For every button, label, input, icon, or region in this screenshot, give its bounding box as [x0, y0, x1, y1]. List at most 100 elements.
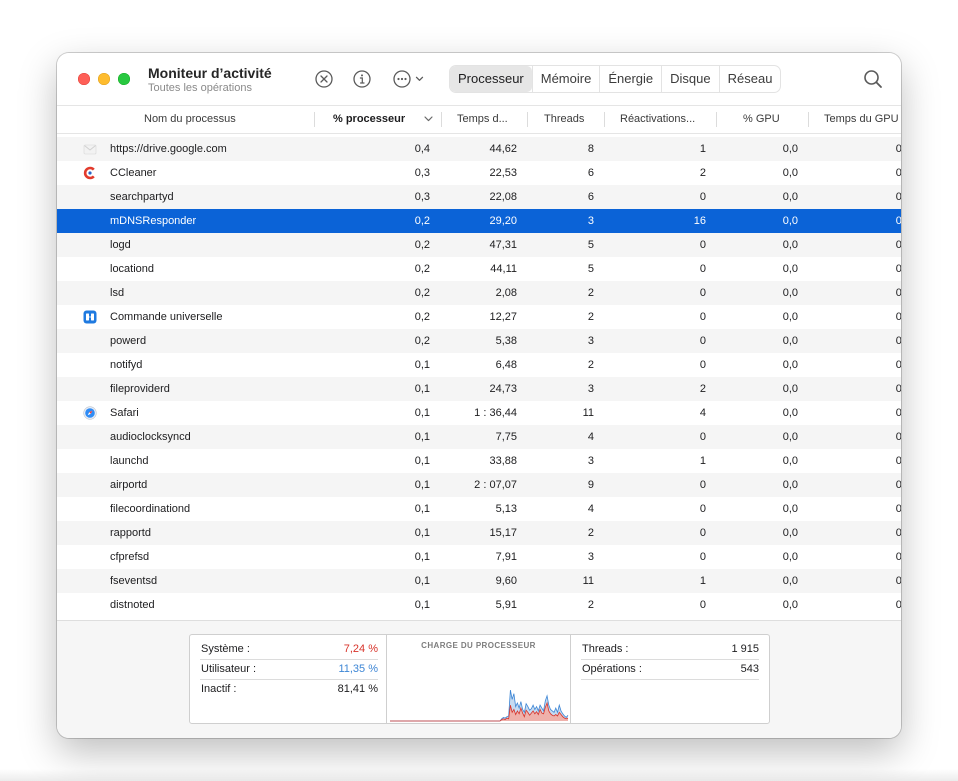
column-header-cpu-time[interactable]: Temps d... — [441, 106, 527, 133]
search-button[interactable] — [862, 68, 884, 90]
process-name: CCleaner — [110, 167, 157, 179]
table-row[interactable]: filecoordinationd 0,1 5,13 4 0 0,0 0,0 — [57, 497, 901, 521]
wakeups-count: 2 — [699, 383, 706, 395]
wakeups-count: 0 — [699, 359, 706, 371]
process-name: mDNSResponder — [110, 215, 197, 227]
thread-count: 6 — [587, 167, 594, 179]
gpu-time: 0,0 — [895, 167, 901, 179]
cpu-time: 15,17 — [489, 527, 517, 539]
process-name: Commande universelle — [110, 311, 223, 323]
tab-reseau[interactable]: Réseau — [718, 66, 781, 92]
tab-memoire[interactable]: Mémoire — [531, 66, 600, 92]
table-row[interactable]: searchpartyd 0,3 22,08 6 0 0,0 0,0 — [57, 185, 901, 209]
table-row[interactable]: logd 0,2 47,31 5 0 0,0 0,0 — [57, 233, 901, 257]
cpu-percent: 0,1 — [414, 503, 430, 515]
table-row[interactable]: Commande universelle 0,2 12,27 2 0 0,0 0,0 — [57, 305, 901, 329]
table-row[interactable]: mDNSResponder 0,2 29,20 3 16 0,0 0,0 — [57, 209, 901, 233]
process-name: locationd — [110, 263, 155, 275]
process-name: rapportd — [110, 527, 151, 539]
thread-count: 5 — [587, 239, 594, 251]
table-row[interactable]: lsd 0,2 2,08 2 0 0,0 0,0 — [57, 281, 901, 305]
cpu-percent: 0,1 — [414, 407, 430, 419]
table-row[interactable]: cfprefsd 0,1 7,91 3 0 0,0 0,0 — [57, 545, 901, 569]
column-header-threads[interactable]: Threads — [527, 106, 604, 133]
table-row[interactable]: rapportd 0,1 15,17 2 0 0,0 0,0 — [57, 521, 901, 545]
table-row[interactable]: fseventsd0,19,601110,00,0 — [57, 569, 901, 593]
activity-monitor-window: Moniteur d’activité Toutes les opération… — [57, 53, 901, 738]
cpu-percent: 0,1 — [414, 359, 430, 371]
universal-control-icon — [83, 310, 97, 324]
thread-count: 4 — [587, 431, 594, 443]
tab-energie[interactable]: Énergie — [599, 66, 661, 92]
gpu-percent: 0,0 — [782, 359, 798, 371]
thread-count: 2 — [587, 359, 594, 371]
gpu-percent: 0,0 — [782, 479, 798, 491]
cpu-time: 44,11 — [490, 263, 517, 275]
minimize-window-button[interactable] — [98, 73, 110, 85]
table-row[interactable]: Safari 0,1 1 : 36,44 11 4 0,0 0,0 — [57, 401, 901, 425]
toolbar: Moniteur d’activité Toutes les opération… — [57, 53, 901, 105]
process-name: filecoordinationd — [110, 503, 191, 515]
table-row[interactable]: airportd 0,1 2 : 07,07 9 0 0,0 0,0 — [57, 473, 901, 497]
process-count-column: Threads : 1 915 Opérations : 543 — [571, 635, 769, 723]
table-row[interactable]: notifyd 0,1 6,48 2 0 0,0 0,0 — [57, 353, 901, 377]
more-options-button[interactable] — [391, 68, 429, 90]
gpu-percent: 0,0 — [782, 191, 798, 203]
thread-count: 2 — [587, 527, 594, 539]
cpu-time: 5,91 — [495, 599, 517, 611]
table-row[interactable]: fileproviderd 0,1 24,73 3 2 0,0 0,0 — [57, 377, 901, 401]
gpu-time: 0,0 — [895, 551, 901, 563]
gpu-time: 0,0 — [895, 215, 901, 227]
stop-process-button[interactable] — [313, 68, 335, 90]
info-button[interactable] — [351, 68, 373, 90]
cpu-time: 7,75 — [495, 431, 517, 443]
column-header-cpu[interactable]: % processeur — [314, 106, 440, 133]
tab-processeur[interactable]: Processeur — [450, 66, 532, 92]
table-row[interactable]: launchd 0,1 33,88 3 1 0,0 0,0 — [57, 449, 901, 473]
gpu-percent: 0,0 — [782, 335, 798, 347]
gpu-percent: 0,0 — [782, 407, 798, 419]
cpu-time: 2,08 — [495, 287, 517, 299]
gpu-percent: 0,0 — [782, 431, 798, 443]
gpu-time: 0,0 — [895, 263, 901, 275]
column-header-gpu[interactable]: % GPU — [716, 106, 808, 133]
process-name: audioclocksyncd — [110, 431, 191, 443]
table-row[interactable]: audioclocksyncd 0,1 7,75 4 0 0,0 0,0 — [57, 425, 901, 449]
cpu-time: 12,27 — [489, 311, 517, 323]
tab-disque[interactable]: Disque — [661, 66, 718, 92]
column-header-wakeups[interactable]: Réactivations... — [604, 106, 716, 133]
table-row[interactable]: powerd 0,2 5,38 3 0 0,0 0,0 — [57, 329, 901, 353]
process-name: distnoted — [110, 599, 155, 611]
gpu-percent: 0,0 — [782, 215, 798, 227]
thread-count: 5 — [587, 263, 594, 275]
window-subtitle[interactable]: Toutes les opérations — [148, 82, 252, 94]
user-label: Utilisateur : — [201, 663, 257, 675]
wakeups-count: 2 — [699, 167, 706, 179]
column-header-gpu-time[interactable]: Temps du GPU — [808, 106, 901, 133]
close-window-button[interactable] — [78, 73, 90, 85]
process-name: airportd — [110, 479, 148, 491]
cpu-percent: 0,2 — [414, 215, 430, 227]
cpu-stats-panel: Système : 7,24 % Utilisateur : 11,35 % I… — [189, 634, 770, 724]
user-value: 11,35 % — [338, 663, 378, 675]
safari-icon — [83, 406, 97, 420]
process-name: fseventsd — [110, 575, 158, 587]
info-icon — [353, 70, 371, 88]
thread-count: 3 — [587, 551, 594, 563]
table-row[interactable]: https://drive.google.com 0,4 44,62 8 1 0,0 0,1 — [57, 137, 901, 161]
stop-process-icon — [315, 70, 333, 88]
table-row[interactable]: locationd 0,2 44,11 5 0 0,0 0,0 — [57, 257, 901, 281]
table-row[interactable]: distnoted 0,1 5,91 2 0 0,0 0,0 — [57, 593, 901, 617]
threads-stat: Threads : 1 915 — [581, 639, 759, 660]
system-value: 7,24 % — [343, 643, 378, 655]
wakeups-count: 4 — [699, 407, 706, 419]
cpu-percent: 0,2 — [414, 287, 430, 299]
cpu-percent: 0,2 — [414, 239, 430, 251]
sort-descending-icon[interactable] — [424, 116, 433, 122]
zoom-window-button[interactable] — [118, 73, 130, 85]
cpu-time: 29,20 — [489, 215, 517, 227]
cpu-percent: 0,1 — [414, 431, 430, 443]
process-name: powerd — [110, 335, 147, 347]
table-row[interactable]: CCleaner 0,3 22,53 6 2 0,0 0,0 — [57, 161, 901, 185]
wakeups-count: 0 — [699, 335, 706, 347]
